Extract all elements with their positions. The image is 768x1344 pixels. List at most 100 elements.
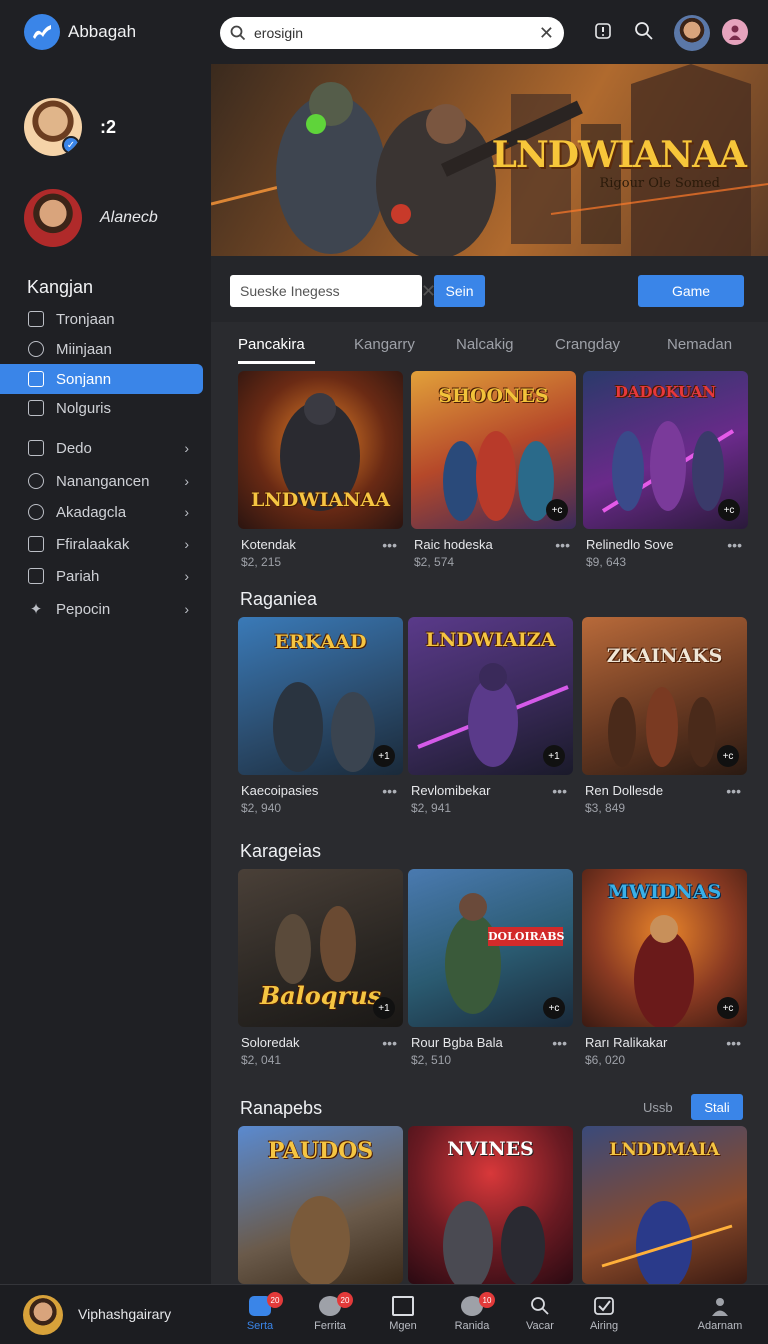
sidebar-section-title: Kangjan xyxy=(27,277,94,297)
stali-button[interactable]: Stali xyxy=(691,1094,743,1120)
more-options-icon[interactable]: ••• xyxy=(382,783,397,799)
game-thumbnail: MWIDNAS +c xyxy=(582,869,747,1027)
tab-nalcakig[interactable]: Nalcakig xyxy=(456,336,514,353)
badge-icon: +c xyxy=(543,997,565,1019)
checkbox-icon xyxy=(594,1297,614,1315)
sidebar-item-label: Ffiralaakak xyxy=(56,535,130,553)
game-thumbnail: LNDWIANAA xyxy=(238,371,403,529)
game-card[interactable]: MWIDNAS +c Rarı Ralikakar ••• $6, 020 xyxy=(582,869,747,1067)
clear-search-icon[interactable]: ✕ xyxy=(539,23,554,44)
group-icon: 10 xyxy=(461,1292,495,1316)
more-options-icon[interactable]: ••• xyxy=(382,537,397,553)
sidebar-user-2[interactable]: Alanecb xyxy=(24,189,158,247)
more-options-icon[interactable]: ••• xyxy=(726,1035,741,1051)
game-card[interactable]: Baloqrus +1 Soloredak ••• $2, 041 xyxy=(238,869,403,1067)
nav-adarnam[interactable]: Adarnam xyxy=(690,1296,750,1332)
nav-mgen[interactable]: Mgen xyxy=(373,1296,433,1332)
game-card[interactable]: PAUDOS xyxy=(238,1126,403,1284)
game-card[interactable]: ERKAAD +1 Kaecoipasies ••• $2, 940 xyxy=(238,617,403,815)
game-card[interactable]: LNDDMAIA xyxy=(582,1126,747,1284)
avatar[interactable] xyxy=(674,15,710,51)
see-all-link[interactable]: Ussb xyxy=(643,1100,673,1115)
game-thumbnail: SHOONES +c xyxy=(411,371,576,529)
sidebar-item-ffiralaakak[interactable]: Ffiralaakak › xyxy=(0,529,203,559)
sidebar-item-pariah[interactable]: Pariah › xyxy=(0,561,203,591)
filter-input[interactable] xyxy=(240,283,421,299)
badge-icon: +c xyxy=(717,997,739,1019)
sidebar-item-nolguris[interactable]: Nolguris xyxy=(0,393,203,423)
search-icon[interactable] xyxy=(633,20,655,42)
game-card[interactable]: ZKAINAKS +c Ren Dollesde ••• $3, 849 xyxy=(582,617,747,815)
brand[interactable]: Abbagah xyxy=(24,14,136,50)
game-title-art: LNDDMAIA xyxy=(609,1140,720,1160)
sidebar-item-miinjaan[interactable]: Miinjaan xyxy=(0,334,203,364)
sidebar-item-label: Sonjann xyxy=(56,370,112,388)
game-card[interactable]: NVINES xyxy=(408,1126,573,1284)
nav-airing[interactable]: Airing xyxy=(574,1296,634,1332)
nav-serta[interactable]: 20 Serta xyxy=(230,1292,290,1332)
more-options-icon[interactable]: ••• xyxy=(555,537,570,553)
avatar[interactable] xyxy=(23,1295,63,1335)
sidebar-item-dedo[interactable]: Dedo › xyxy=(0,433,203,463)
sidebar-item-pepocin[interactable]: ✦ Pepocin › xyxy=(0,594,203,624)
shield-icon xyxy=(28,400,44,416)
game-price: $9, 643 xyxy=(586,555,627,569)
profile-icon xyxy=(712,1298,728,1316)
nav-ranida[interactable]: 10 Ranida xyxy=(442,1292,502,1332)
game-button[interactable]: Game xyxy=(638,275,744,307)
crop-icon xyxy=(392,1296,414,1316)
notification-badge: 10 xyxy=(479,1292,495,1308)
search-icon xyxy=(230,25,246,41)
game-thumbnail: PAUDOS xyxy=(238,1126,403,1284)
nav-label: Ferrita xyxy=(314,1320,346,1332)
section-title: Ranapebs xyxy=(240,1098,323,1118)
sidebar-item-sonjann[interactable]: Sonjann xyxy=(0,364,203,394)
smile-icon xyxy=(28,504,44,520)
sidebar-item-tronjaan[interactable]: Tronjaan xyxy=(0,304,203,334)
sidebar-user-1[interactable]: ✓ :2 xyxy=(24,98,116,156)
game-thumbnail: Baloqrus +1 xyxy=(238,869,403,1027)
sidebar-item-label: Pepocin xyxy=(56,600,111,618)
game-thumbnail: ZKAINAKS +c xyxy=(582,617,747,775)
search-bar[interactable]: ✕ xyxy=(220,17,564,49)
game-card[interactable]: SHOONES +c Raic hodeska ••• $2, 574 xyxy=(411,371,576,569)
sidebar-item-nanangancen[interactable]: Nanangancen › xyxy=(0,466,203,496)
avatar: ✓ xyxy=(24,98,82,156)
sidebar-item-akadagcla[interactable]: Akadagcla › xyxy=(0,497,203,527)
more-options-icon[interactable]: ••• xyxy=(552,783,567,799)
nav-ferrita[interactable]: 20 Ferrita xyxy=(300,1292,360,1332)
hero-banner[interactable]: LNDWIANAA Rigour Ole Somed xyxy=(211,64,768,256)
chevron-right-icon: › xyxy=(184,473,189,489)
tab-pancakira[interactable]: Pancakira xyxy=(238,336,305,353)
group-icon xyxy=(28,341,44,357)
more-options-icon[interactable]: ••• xyxy=(382,1035,397,1051)
game-card[interactable]: LNDWIANAA Kotendak ••• $2, 215 xyxy=(238,371,403,569)
game-card[interactable]: DADOKUAN +c Relinedlo Sove ••• $9, 643 xyxy=(583,371,748,569)
game-name: Ren Dollesde xyxy=(585,783,664,798)
chat-icon: 20 xyxy=(319,1292,353,1316)
more-options-icon[interactable]: ••• xyxy=(552,1035,567,1051)
square-icon xyxy=(28,536,44,552)
tab-nemadan[interactable]: Nemadan xyxy=(667,336,732,353)
user-name: Alanecb xyxy=(100,209,158,226)
tab-kangarry[interactable]: Kangarry xyxy=(354,336,415,353)
game-price: $2, 940 xyxy=(241,801,282,815)
tab-crangday[interactable]: Crangday xyxy=(555,336,620,353)
bottom-username: Viphashgairary xyxy=(78,1306,172,1322)
profile-icon[interactable] xyxy=(722,19,748,45)
game-name: Raic hodeska xyxy=(414,537,493,552)
game-card[interactable]: LNDWIAIZA +1 Revlomibekar ••• $2, 941 xyxy=(408,617,573,815)
game-card[interactable]: DOLOIRABS +c Rour Bgba Bala ••• $2, 510 xyxy=(408,869,573,1067)
puzzle-icon xyxy=(28,473,44,489)
verified-icon: ✓ xyxy=(62,136,80,154)
sidebar-item-label: Pariah xyxy=(56,567,100,585)
filter-search-button[interactable]: Sein xyxy=(434,275,485,307)
more-options-icon[interactable]: ••• xyxy=(726,783,741,799)
filter-input-field[interactable]: ✕ xyxy=(230,275,436,307)
alert-icon[interactable] xyxy=(592,20,614,42)
search-input[interactable] xyxy=(254,25,531,41)
nav-vacar[interactable]: Vacar xyxy=(510,1296,570,1332)
game-name: Kaecoipasies xyxy=(241,783,319,798)
more-options-icon[interactable]: ••• xyxy=(727,537,742,553)
game-title-art: LNDWIAIZA xyxy=(425,629,556,651)
